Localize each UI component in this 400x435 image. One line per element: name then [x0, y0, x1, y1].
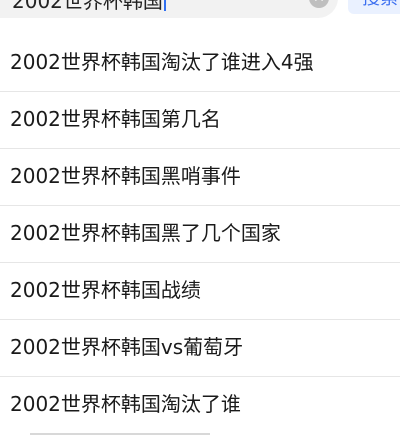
suggestion-item[interactable]: 2002世界杯韩国第几名	[0, 92, 400, 149]
clear-icon[interactable]: ✕	[309, 0, 329, 8]
text-caret	[163, 0, 166, 11]
search-query-text: 2002世界杯韩国	[12, 0, 166, 13]
suggestion-list: 2002世界杯韩国淘汰了谁进入4强 2002世界杯韩国第几名 2002世界杯韩国…	[0, 35, 400, 434]
search-button[interactable]: 搜索	[348, 0, 400, 14]
search-bar: 2002世界杯韩国 ✕ 搜索	[0, 0, 400, 18]
suggestion-item[interactable]: 2002世界杯韩国淘汰了谁进入4强	[0, 35, 400, 92]
suggestion-item[interactable]: 2002世界杯韩国vs葡萄牙	[0, 320, 400, 377]
suggestion-item[interactable]: 2002世界杯韩国黑哨事件	[0, 149, 400, 206]
next-suggestion-partial	[0, 431, 400, 435]
search-input[interactable]: 2002世界杯韩国 ✕	[0, 0, 338, 18]
suggestion-item[interactable]: 2002世界杯韩国淘汰了谁	[0, 377, 400, 434]
suggestion-item[interactable]: 2002世界杯韩国黑了几个国家	[0, 206, 400, 263]
suggestion-item[interactable]: 2002世界杯韩国战绩	[0, 263, 400, 320]
